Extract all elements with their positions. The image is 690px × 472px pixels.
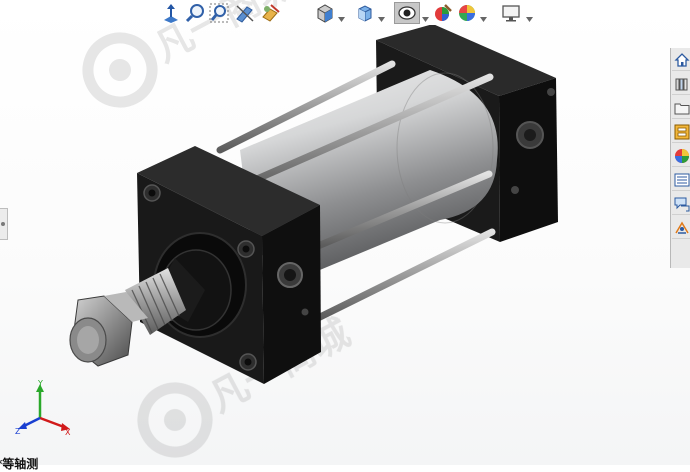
triad-z-axis (23, 416, 41, 428)
dynamic-annotation-icon (262, 4, 280, 22)
apply-scene-dropdown[interactable] (480, 8, 487, 22)
display-style-button[interactable] (354, 2, 376, 24)
previous-view-icon (209, 3, 229, 23)
previous-view-button[interactable] (208, 2, 230, 24)
dimension-icon (674, 221, 689, 234)
hide-show-items-button[interactable] (394, 2, 420, 24)
chevron-down-icon (480, 17, 487, 22)
chevron-down-icon (422, 17, 429, 22)
zoom-to-fit-icon (164, 4, 178, 23)
design-library-icon (675, 78, 687, 91)
appearances-icon (674, 149, 689, 163)
heads-up-view-toolbar (158, 0, 542, 26)
triad-y-label: Y (37, 379, 43, 388)
task-pane-tabs (670, 48, 690, 268)
view-orientation-button[interactable] (314, 2, 336, 24)
zoom-to-area-button[interactable] (184, 2, 206, 24)
monitor-icon (502, 5, 520, 22)
apply-scene-icon (459, 5, 475, 21)
pneumatic-cylinder-model[interactable] (60, 25, 560, 395)
section-view-icon (236, 5, 254, 23)
tab-custom-properties[interactable] (672, 170, 690, 191)
home-icon (673, 53, 690, 67)
tab-solidworks-resources[interactable] (672, 50, 690, 71)
apply-scene-button[interactable] (456, 2, 478, 24)
section-view-button[interactable] (234, 2, 256, 24)
view-settings-dropdown[interactable] (526, 8, 533, 22)
tab-file-explorer[interactable] (672, 98, 690, 119)
folder-icon (674, 103, 689, 115)
triad-x-axis (39, 416, 65, 429)
forum-icon (674, 197, 689, 212)
chevron-down-icon (526, 17, 533, 22)
chevron-down-icon (338, 17, 345, 22)
chevron-down-icon (378, 17, 385, 22)
tab-solidworks-forum[interactable] (672, 194, 690, 215)
zoom-to-fit-button[interactable] (160, 2, 182, 24)
custom-properties-icon (674, 173, 689, 187)
edit-appearance-button[interactable] (432, 2, 454, 24)
triad-x-label: X (65, 428, 71, 437)
tab-3dexperience[interactable] (672, 218, 690, 239)
edit-appearance-icon (435, 4, 452, 21)
dynamic-annotation-views-button[interactable] (260, 2, 282, 24)
graphics-area[interactable]: 凡一商城 凡一商城 凡一商城 (0, 0, 690, 471)
hide-show-items-dropdown[interactable] (422, 8, 429, 22)
view-orientation-icon (317, 4, 333, 23)
display-style-icon (358, 5, 372, 22)
view-palette-icon (674, 124, 689, 140)
tab-appearances-scenes-decals[interactable] (672, 146, 690, 167)
piston-rod-assembly (69, 258, 205, 367)
view-settings-button[interactable] (500, 2, 522, 24)
zoom-to-area-icon (185, 4, 204, 23)
reference-triad: Y X Z (15, 379, 71, 437)
tab-design-library[interactable] (672, 74, 690, 95)
triad-z-label: Z (15, 427, 21, 436)
current-view-label: *等轴测 (0, 457, 39, 471)
view-orientation-dropdown[interactable] (338, 8, 345, 22)
hide-show-items-icon (398, 6, 416, 20)
feature-manager-collapse-handle[interactable] (0, 208, 8, 240)
tab-view-palette[interactable] (672, 122, 690, 143)
grip-dot-icon (1, 222, 5, 226)
display-style-dropdown[interactable] (378, 8, 385, 22)
